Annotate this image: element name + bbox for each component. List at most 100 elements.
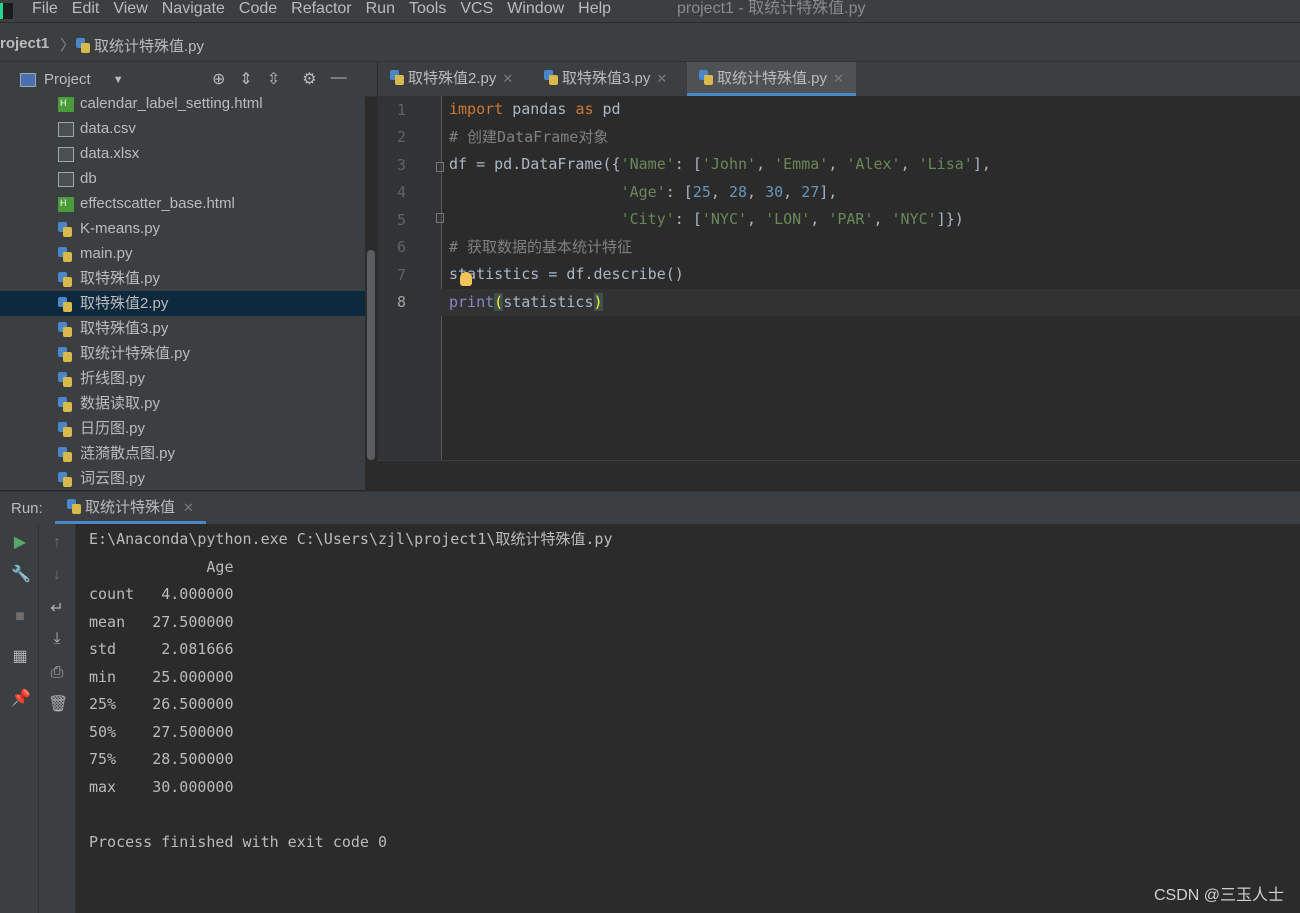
fold-marker-icon[interactable]: [436, 213, 444, 223]
line-gutter: 1 2 3 4 5 6 7 8: [378, 96, 444, 460]
collapse-all-icon[interactable]: ⇳: [267, 69, 280, 89]
tree-item[interactable]: 数据读取.py: [0, 391, 365, 416]
wrench-icon[interactable]: 🔧: [11, 566, 31, 584]
line-number-current: 8: [396, 293, 406, 311]
tab-label: 取特殊值2.py: [408, 70, 497, 87]
hide-panel-icon[interactable]: —: [331, 69, 347, 89]
python-file-icon: [544, 70, 558, 85]
python-file-icon: [58, 347, 74, 362]
tree-item[interactable]: 取统计特殊值.py: [0, 341, 365, 366]
menu-tools[interactable]: Tools: [409, 0, 446, 22]
menu-run[interactable]: Run: [366, 0, 395, 22]
window-title: project1 - 取统计特殊值.py: [677, 0, 866, 17]
close-icon[interactable]: ✕: [656, 71, 667, 86]
menu-edit[interactable]: Edit: [72, 0, 100, 22]
tree-item-label: data.xlsx: [80, 145, 140, 162]
menu-window[interactable]: Window: [507, 0, 564, 22]
line-number: 7: [396, 266, 406, 284]
line-number: 2: [396, 128, 406, 146]
run-panel-header: Run: 取统计特殊值 ✕: [0, 491, 1300, 525]
tree-item-selected[interactable]: 取特殊值2.py: [0, 291, 365, 316]
code-line: print(statistics): [449, 293, 603, 311]
expand-all-icon[interactable]: ⇕: [239, 69, 252, 89]
project-toolbar: ⊕ ⇕ ⇳ ⚙ —: [212, 69, 347, 89]
breadcrumb-separator-icon: 〉: [60, 37, 76, 54]
chevron-down-icon: ▼: [112, 73, 124, 86]
tree-item[interactable]: 折线图.py: [0, 366, 365, 391]
soft-wrap-icon[interactable]: ↵: [48, 600, 66, 618]
rerun-icon[interactable]: ▶: [11, 534, 29, 552]
code-line: statistics = df.describe(): [449, 265, 684, 283]
project-tree-scrollbar[interactable]: [367, 250, 375, 460]
tab-file[interactable]: 取特殊值2.py ✕: [390, 62, 513, 96]
menu-help[interactable]: Help: [578, 0, 611, 22]
tree-item[interactable]: 词云图.py: [0, 466, 365, 490]
menu-vcs[interactable]: VCS: [460, 0, 493, 22]
tree-item[interactable]: data.xlsx: [0, 141, 365, 166]
tree-item[interactable]: calendar_label_setting.html: [0, 96, 365, 116]
scroll-to-end-icon[interactable]: ⤓: [48, 630, 66, 648]
tree-item[interactable]: main.py: [0, 241, 365, 266]
close-icon[interactable]: ✕: [183, 500, 194, 515]
file-icon: [58, 122, 74, 137]
project-icon: [20, 72, 36, 87]
tab-label: 取特殊值3.py: [562, 70, 651, 87]
arrow-up-icon[interactable]: ↑: [48, 534, 66, 552]
tab-label: 取统计特殊值.py: [717, 70, 828, 87]
console-line: min 25.000000: [89, 668, 234, 686]
console-line: max 30.000000: [89, 778, 234, 796]
tree-item[interactable]: db: [0, 166, 365, 191]
menu-file[interactable]: File: [32, 0, 58, 22]
tree-item[interactable]: K-means.py: [0, 216, 365, 241]
stop-icon[interactable]: ■: [11, 608, 29, 626]
run-toolbar-primary: ▶ 🔧 ■ ▦ 📌: [0, 524, 39, 913]
code-line: df = pd.DataFrame({'Name': ['John', 'Emm…: [449, 155, 991, 173]
line-number: 6: [396, 238, 406, 256]
arrow-down-icon[interactable]: ↓: [48, 566, 66, 584]
close-icon[interactable]: ✕: [833, 71, 844, 86]
menu-refactor[interactable]: Refactor: [291, 0, 351, 22]
code-editor[interactable]: 1 2 3 4 5 6 7 8 import pandas as pd # 创建…: [378, 96, 1300, 460]
console-line: std 2.081666: [89, 640, 234, 658]
menu-view[interactable]: View: [113, 0, 147, 22]
python-file-icon: [58, 297, 74, 312]
tab-file[interactable]: 取特殊值3.py ✕: [544, 62, 667, 96]
locate-icon[interactable]: ⊕: [212, 69, 225, 89]
code-line: 'City': ['NYC', 'LON', 'PAR', 'NYC']}): [620, 210, 964, 228]
tree-item-label: 取特殊值2.py: [80, 295, 169, 312]
gear-icon[interactable]: ⚙: [302, 69, 316, 89]
tree-item[interactable]: effectscatter_base.html: [0, 191, 365, 216]
console-line: 75% 28.500000: [89, 750, 234, 768]
project-view-selector[interactable]: Project ▼: [20, 71, 124, 88]
file-icon: [58, 172, 74, 187]
console-line: Process finished with exit code 0: [89, 833, 388, 851]
trash-icon[interactable]: 🗑: [48, 696, 68, 714]
tree-item[interactable]: 日历图.py: [0, 416, 365, 441]
tree-item[interactable]: 取特殊值.py: [0, 266, 365, 291]
pin-icon[interactable]: 📌: [11, 690, 31, 708]
tree-item[interactable]: 涟漪散点图.py: [0, 441, 365, 466]
lightbulb-icon[interactable]: [460, 272, 472, 286]
line-number: 3: [396, 156, 406, 174]
layout-icon[interactable]: ▦: [11, 648, 29, 666]
html-file-icon: [58, 197, 74, 212]
close-icon[interactable]: ✕: [502, 71, 513, 86]
tree-item-label: 涟漪散点图.py: [80, 445, 176, 462]
run-console[interactable]: E:\Anaconda\python.exe C:\Users\zjl\proj…: [76, 524, 1300, 913]
print-icon[interactable]: ⎙: [48, 664, 66, 682]
tree-item[interactable]: 取特殊值3.py: [0, 316, 365, 341]
run-tab[interactable]: 取统计特殊值 ✕: [55, 492, 206, 524]
line-number: 1: [396, 101, 406, 119]
tab-file-active[interactable]: 取统计特殊值.py ✕: [687, 62, 856, 96]
breadcrumb-project[interactable]: roject1: [0, 35, 49, 52]
fold-marker-icon[interactable]: [436, 162, 444, 172]
python-file-icon: [58, 372, 74, 387]
code-line: 'Age': [25, 28, 30, 27],: [620, 183, 838, 201]
breadcrumb-file[interactable]: 取统计特殊值.py: [76, 35, 204, 56]
menu-navigate[interactable]: Navigate: [162, 0, 225, 22]
python-file-icon: [76, 38, 90, 53]
menu-code[interactable]: Code: [239, 0, 277, 22]
editor-footer: [378, 460, 1300, 491]
tree-item[interactable]: data.csv: [0, 116, 365, 141]
breadcrumb-file-label: 取统计特殊值.py: [94, 38, 205, 55]
